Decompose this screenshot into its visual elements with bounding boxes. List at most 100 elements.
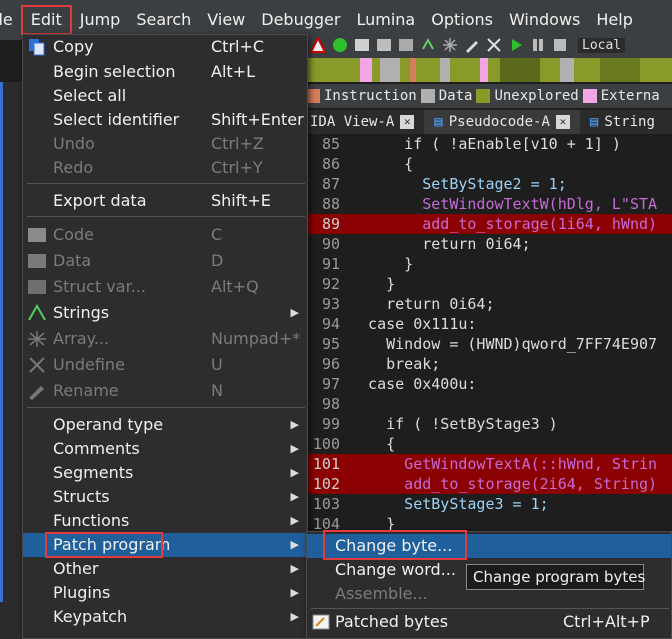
code-line[interactable]: 103 SetByStage3 = 1; [306,494,672,514]
code-line[interactable]: 91 } [306,254,672,274]
menu-item-begin-selection[interactable]: Begin selection Alt+L [23,60,307,84]
tab-strings[interactable]: ▤ String [580,110,665,134]
list-item[interactable] [0,238,24,264]
code-line[interactable]: 92 } [306,274,672,294]
list-item[interactable] [0,134,24,160]
strings-icon[interactable] [420,37,436,53]
code-line[interactable]: 93 return 0i64; [306,294,672,314]
submenu-arrow-icon: ▶ [290,418,299,431]
menu-item-select-all[interactable]: Select all [23,84,307,108]
code-text: case 0x111u: [350,315,477,333]
menu-item-structs[interactable]: Structs ▶ [23,485,307,509]
list-item[interactable] [0,316,24,342]
tab-ida-view[interactable]: IDA View-A ✕ [300,110,424,134]
list-item[interactable] [0,212,24,238]
list-item[interactable] [0,186,24,212]
menu-item-functions[interactable]: Functions ▶ [23,509,307,533]
warning-icon[interactable] [309,35,327,53]
list-item[interactable] [0,420,24,446]
list-item[interactable] [0,446,24,472]
list-item[interactable] [0,82,24,108]
rename-icon [27,382,47,400]
list-item[interactable] [0,524,24,550]
code-line[interactable]: 87 SetByStage2 = 1; [306,174,672,194]
data-icon[interactable] [376,37,392,53]
code-text: add_to_storage(2i64, String) [350,475,658,493]
list-item[interactable] [0,576,24,602]
menu-item-data: Data D [23,249,307,273]
undefine-icon[interactable] [486,37,502,53]
code-text: GetWindowTextA(::hWnd, Strin [350,455,658,473]
tab-pseudocode[interactable]: ▤ Pseudocode-A ✕ [424,110,580,134]
list-item[interactable] [0,108,24,134]
menu-separator [27,183,305,184]
menu-item-keypatch[interactable]: Keypatch ▶ [23,605,307,629]
code-line[interactable]: 96 break; [306,354,672,374]
code-line[interactable]: 100 { [306,434,672,454]
debugger-select[interactable]: Local [578,37,626,53]
code-line[interactable]: 94 case 0x111u: [306,314,672,334]
menu-debugger[interactable]: Debugger [253,5,348,35]
code-line-breakpoint[interactable]: 101 GetWindowTextA(::hWnd, Strin [306,454,672,474]
array-icon[interactable] [442,37,458,53]
code-line-breakpoint[interactable]: 89 add_to_storage(1i64, hWnd) [306,214,672,234]
menu-item-strings[interactable]: Strings ▶ [23,301,307,325]
pause-icon[interactable] [530,37,546,53]
code-text: if ( !SetByStage3 ) [350,415,558,433]
list-item[interactable] [0,498,24,524]
menu-lumina[interactable]: Lumina [348,5,423,35]
menu-item-label: Operand type [53,415,164,434]
menu-item-segments[interactable]: Segments ▶ [23,461,307,485]
navigation-band[interactable] [300,58,672,82]
list-item[interactable] [0,290,24,316]
list-item[interactable] [0,264,24,290]
menu-item-export-data[interactable]: Export data Shift+E [23,189,307,213]
toolbar: Local [300,32,672,58]
menu-item-operand-type[interactable]: Operand type ▶ [23,413,307,437]
struct-icon[interactable] [398,37,414,53]
rename-icon[interactable] [464,37,480,53]
menu-options[interactable]: Options [423,5,501,35]
code-icon[interactable] [354,37,370,53]
list-item[interactable] [0,394,24,420]
menu-item-comments[interactable]: Comments ▶ [23,437,307,461]
menu-edit[interactable]: Edit [20,5,72,35]
stop-icon[interactable] [552,37,568,53]
menu-item-label: Other [53,559,99,578]
menu-jump[interactable]: Jump [72,5,129,35]
code-line[interactable]: 99 if ( !SetByStage3 ) [306,414,672,434]
navigation-band-graphic [360,58,640,82]
menu-item-copy[interactable]: Copy Ctrl+C [23,35,307,59]
code-line[interactable]: 90 return 0i64; [306,234,672,254]
menu-item-other[interactable]: Other ▶ [23,557,307,581]
list-item[interactable] [0,342,24,368]
code-line[interactable]: 95 Window = (HWND)qword_7FF74E907 [306,334,672,354]
menu-item-plugins[interactable]: Plugins ▶ [23,581,307,605]
play-icon[interactable] [508,37,524,53]
line-number: 103 [312,495,340,513]
close-icon[interactable]: ✕ [400,115,415,129]
menu-windows[interactable]: Windows [501,5,588,35]
line-number: 85 [321,135,340,153]
list-item[interactable] [0,550,24,576]
close-icon[interactable]: ✕ [555,115,570,129]
menu-item-shortcut: Numpad+* [211,329,301,348]
menu-help[interactable]: Help [588,5,640,35]
code-line[interactable]: 88 SetWindowTextW(hDlg, L"STA [306,194,672,214]
code-line[interactable]: 98 [306,394,672,414]
list-item[interactable] [0,368,24,394]
code-line[interactable]: 97 case 0x400u: [306,374,672,394]
menu-view[interactable]: View [199,5,253,35]
start-process-icon[interactable] [332,37,348,53]
menu-file[interactable]: ile [0,5,21,35]
menu-item-label: Struct var... [53,277,146,296]
code-line-breakpoint[interactable]: 102 add_to_storage(2i64, String) [306,474,672,494]
list-item[interactable] [0,472,24,498]
menu-item-patched-bytes[interactable]: Patched bytes Ctrl+Alt+P [307,610,671,634]
menu-item-select-identifier[interactable]: Select identifier Shift+Enter [23,108,307,132]
menu-search[interactable]: Search [128,5,199,35]
code-line[interactable]: 85 if ( !aEnable[v10 + 1] ) [306,134,672,154]
line-number: 88 [321,195,340,213]
list-item[interactable] [0,160,24,186]
code-line[interactable]: 86 { [306,154,672,174]
